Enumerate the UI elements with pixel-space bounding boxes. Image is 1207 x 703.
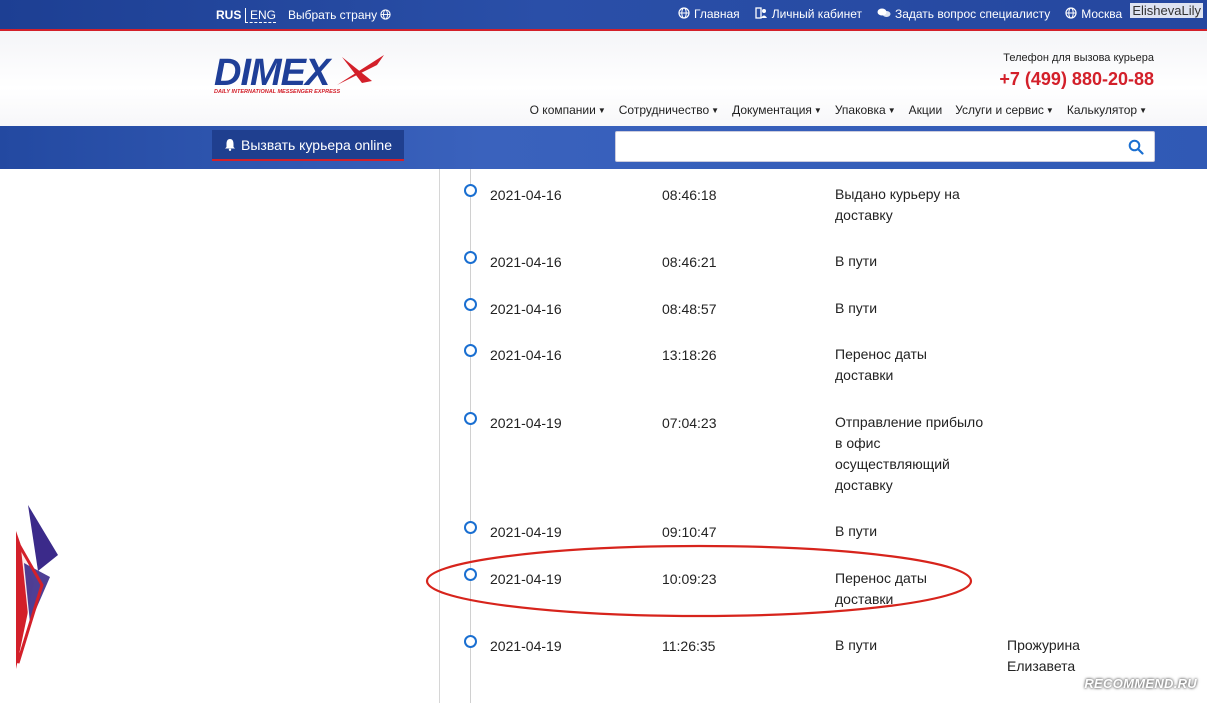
row-date: 2021-04-16	[490, 301, 562, 317]
row-person: Прожурина Елизавета	[1007, 637, 1080, 674]
timeline-dot-icon	[464, 521, 477, 534]
row-status: Перенос даты доставки	[835, 346, 927, 383]
lang-eng-link[interactable]: ENG	[245, 8, 277, 23]
top-bar: RUS ENG Выбрать страну Главная Личный ка…	[0, 0, 1207, 31]
bell-icon	[225, 139, 235, 151]
search-icon[interactable]	[1128, 139, 1144, 155]
row-time: 08:48:57	[662, 301, 717, 317]
caret-down-icon: ▼	[887, 106, 896, 116]
row-status: В пути	[835, 300, 878, 316]
row-time: 07:04:23	[662, 415, 717, 431]
lang-rus-link[interactable]: RUS	[216, 8, 241, 22]
logo-subtitle: DAILY INTERNATIONAL MESSENGER EXPRESS	[214, 89, 340, 95]
row-date: 2021-04-16	[490, 347, 562, 363]
main-menu: О компании ▼ Сотрудничество ▼ Документация…	[530, 103, 1147, 117]
globe-icon	[380, 9, 392, 20]
row-time: 09:10:47	[662, 524, 717, 540]
top-link-cabinet[interactable]: Личный кабинет	[755, 7, 862, 21]
menu-item-documentation[interactable]: Документация ▼	[732, 103, 822, 117]
choose-country-link[interactable]: Выбрать страну	[288, 8, 392, 22]
top-link-city[interactable]: Москва	[1065, 7, 1122, 21]
recommend-watermark: RECOMMEND.RU	[1084, 676, 1197, 691]
timeline-dot-icon	[464, 251, 477, 264]
timeline-line	[470, 169, 471, 703]
menu-item-label: Услуги и сервис	[955, 103, 1044, 117]
row-status: Отправление прибыло в офис осуществляющи…	[835, 414, 984, 493]
row-date: 2021-04-16	[490, 254, 562, 270]
globe-icon	[678, 7, 690, 19]
caret-down-icon: ▼	[1139, 106, 1147, 116]
caret-down-icon: ▼	[711, 106, 720, 116]
top-link-home[interactable]: Главная	[678, 7, 740, 21]
site-header: DIMEX DAILY INTERNATIONAL MESSENGER EXPR…	[0, 31, 1207, 126]
search-input[interactable]	[616, 132, 1116, 161]
row-time: 11:26:35	[662, 638, 716, 654]
menu-item-services[interactable]: Услуги и сервис ▼	[955, 103, 1054, 117]
search-box	[615, 131, 1155, 162]
timeline-dot-icon	[464, 298, 477, 311]
dimex-logo[interactable]: DIMEX DAILY INTERNATIONAL MESSENGER EXPR…	[212, 51, 387, 95]
menu-item-label: Акции	[908, 103, 943, 117]
menu-item-label: Калькулятор	[1066, 103, 1138, 117]
courier-phone[interactable]: +7 (499) 880-20-88	[999, 69, 1154, 90]
menu-item-promotions[interactable]: Акции	[909, 103, 943, 117]
row-status: В пути	[835, 253, 878, 269]
menu-item-calculator[interactable]: Калькулятор ▼	[1067, 103, 1147, 117]
menu-item-label: Сотрудничество	[618, 103, 710, 117]
timeline-dot-icon	[464, 184, 477, 197]
menu-item-cooperation[interactable]: Сотрудничество ▼	[619, 103, 719, 117]
username-watermark: ElishevaLily	[1130, 3, 1203, 18]
top-link-label: Задать вопрос специалисту	[894, 7, 1051, 21]
timeline-dot-icon	[464, 412, 477, 425]
highlight-ellipse	[425, 544, 973, 618]
top-link-label: Москва	[1081, 7, 1123, 21]
row-status: В пути	[835, 523, 878, 539]
top-links: Главная Личный кабинет Задать вопрос спе…	[678, 7, 1122, 21]
action-bar: Вызвать курьера online	[0, 126, 1207, 169]
row-time: 08:46:21	[662, 254, 717, 270]
row-status: В пути	[835, 637, 878, 653]
timeline-dot-icon	[464, 635, 477, 648]
caret-down-icon: ▼	[597, 106, 606, 116]
svg-text:DIMEX: DIMEX	[214, 52, 333, 94]
chat-icon	[877, 8, 891, 17]
choose-country-label: Выбрать страну	[288, 8, 378, 22]
phone-label: Телефон для вызова курьера	[1003, 52, 1154, 64]
call-courier-label: Вызвать курьера online	[241, 136, 392, 153]
row-date: 2021-04-19	[490, 415, 562, 431]
row-date: 2021-04-19	[490, 524, 562, 540]
menu-item-label: Упаковка	[834, 103, 886, 117]
user-cabinet-icon	[755, 7, 767, 19]
caret-down-icon: ▼	[1045, 106, 1054, 116]
menu-item-about[interactable]: О компании ▼	[530, 103, 606, 117]
top-link-ask-specialist[interactable]: Задать вопрос специалисту	[877, 7, 1050, 21]
bird-logo	[16, 505, 58, 669]
row-date: 2021-04-16	[490, 187, 562, 203]
menu-item-packaging[interactable]: Упаковка ▼	[835, 103, 896, 117]
content-divider	[439, 169, 440, 703]
row-status: Выдано курьеру на доставку	[835, 186, 960, 223]
call-courier-button[interactable]: Вызвать курьера online	[212, 130, 404, 161]
top-link-label: Личный кабинет	[771, 7, 862, 21]
top-link-label: Главная	[694, 7, 740, 21]
timeline-dot-icon	[464, 344, 477, 357]
menu-item-label: Документация	[732, 103, 812, 117]
row-time: 08:46:18	[662, 187, 717, 203]
menu-item-label: О компании	[529, 103, 596, 117]
caret-down-icon: ▼	[813, 106, 822, 116]
row-time: 13:18:26	[662, 347, 717, 363]
globe-icon	[1065, 7, 1077, 19]
row-date: 2021-04-19	[490, 638, 562, 654]
